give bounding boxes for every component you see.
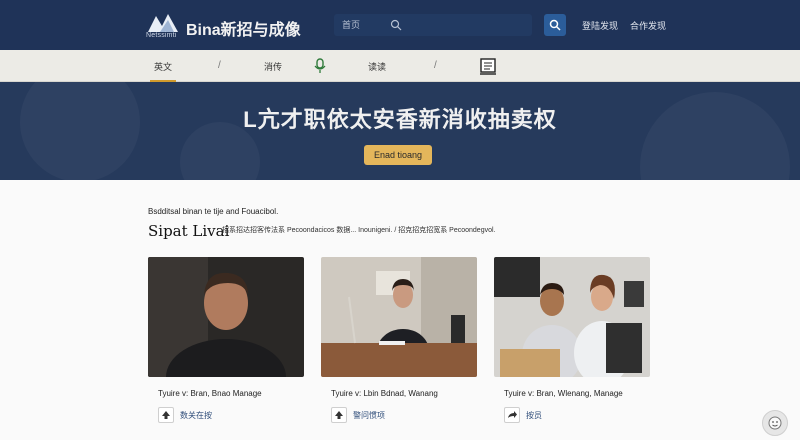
assistant-icon — [768, 416, 782, 430]
card-name: Tyuire v: Bran, Bnao Manage — [158, 389, 262, 398]
nav-item-read[interactable]: 读读 — [368, 60, 386, 73]
section-title: Sipat Livai — [148, 222, 230, 240]
microphone-icon[interactable] — [310, 56, 330, 76]
section-description: 招系招达招客传法系 Pecoondacicos 数据... Inounigeni… — [222, 227, 496, 234]
card-action-link[interactable]: 数关在按 — [180, 410, 212, 421]
document-icon[interactable] — [478, 56, 498, 76]
nav-separator: / — [434, 60, 437, 71]
help-assistant-button[interactable] — [762, 410, 788, 436]
card-photo[interactable] — [321, 257, 477, 377]
upload-icon[interactable] — [158, 407, 174, 423]
main-nav: 英文 / 消传 读读 / — [0, 50, 800, 82]
search-box[interactable] — [334, 14, 532, 36]
hero-title: L亢才职依太安香新消收抽卖权 — [243, 107, 557, 132]
search-icon — [390, 19, 402, 31]
brand-name[interactable]: Bina新招与成像 — [186, 16, 301, 40]
upload-icon[interactable] — [331, 407, 347, 423]
section-intro: Bsdditsal binan te tije and Fouacibol. — [148, 207, 279, 216]
card-photo[interactable] — [494, 257, 650, 377]
card-photo[interactable] — [148, 257, 304, 377]
search-input[interactable] — [342, 17, 482, 33]
top-header: Netssimti Bina新招与成像 登陆发现 合作发现 — [0, 0, 800, 50]
header-link-login[interactable]: 登陆发现 — [582, 19, 618, 32]
card-name: Tyuire v: Lbin Bdnad, Wanang — [331, 389, 438, 398]
logo-subtext: Netssimti — [146, 32, 177, 39]
header-link-partner[interactable]: 合作发现 — [630, 19, 666, 32]
card-action-link[interactable]: 按员 — [526, 410, 542, 421]
nav-item-english[interactable]: 英文 — [149, 60, 177, 82]
hero-cta-button[interactable]: Enad tioang — [364, 145, 432, 165]
search-button[interactable] — [544, 14, 566, 36]
card-action-link[interactable]: 警问惯项 — [353, 410, 385, 421]
share-icon[interactable] — [504, 407, 520, 423]
nav-item-transfer[interactable]: 消传 — [264, 60, 282, 73]
main-content: Bsdditsal binan te tije and Fouacibol. S… — [0, 180, 800, 440]
nav-separator: / — [218, 60, 221, 71]
search-icon — [549, 19, 561, 31]
card-name: Tyuire v: Bran, Wlenang, Manage — [504, 389, 623, 398]
hero-banner: L亢才职依太安香新消收抽卖权 Enad tioang — [0, 82, 800, 180]
